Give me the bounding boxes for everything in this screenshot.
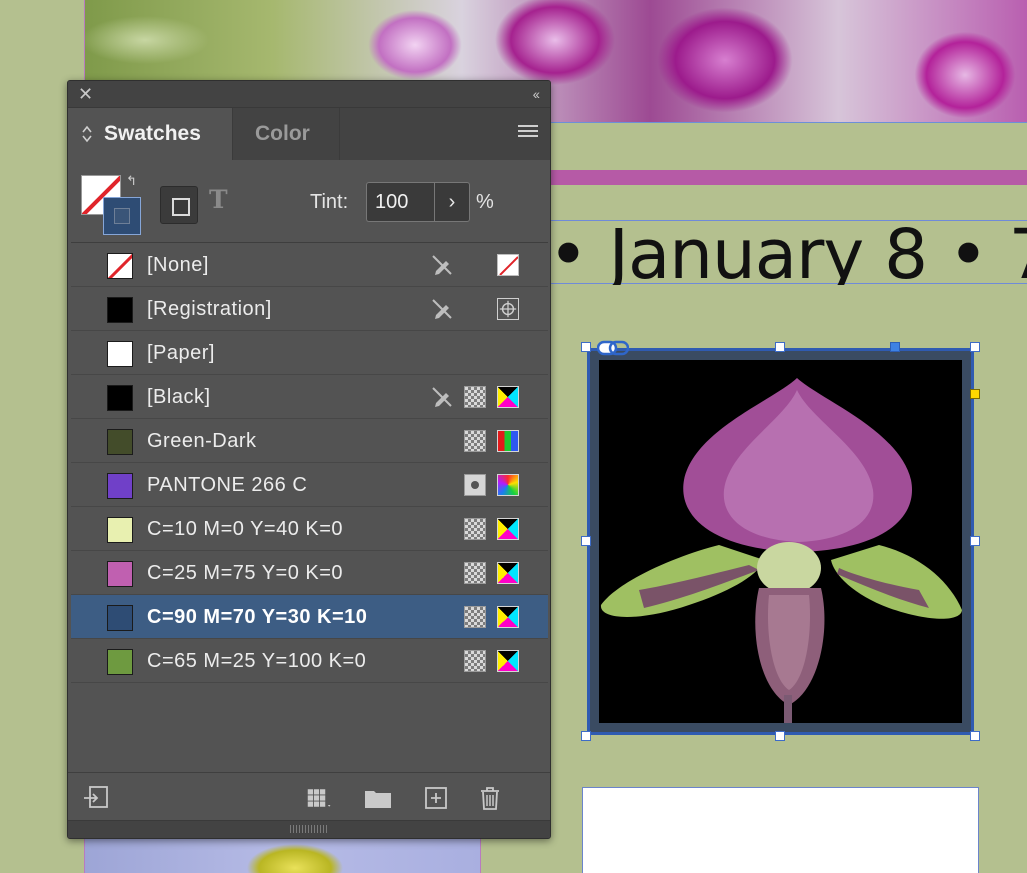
rgb-mode-icon (497, 430, 519, 452)
pink-rule-line[interactable] (549, 170, 1027, 185)
collapse-panel-icon[interactable]: ‹‹ (533, 85, 540, 103)
cmyk-mode-icon (497, 386, 519, 408)
frame-handle-bottom-right[interactable] (970, 731, 980, 741)
swatch-name: C=90 M=70 Y=30 K=10 (147, 606, 368, 628)
image-frame-selected[interactable] (581, 340, 980, 741)
swatch-chip (107, 341, 133, 367)
swatch-chip (107, 605, 133, 631)
frame-handle-top-center[interactable] (775, 342, 785, 352)
swatch-chip (107, 253, 133, 279)
swap-fill-stroke-icon[interactable]: ↰ (126, 173, 137, 189)
event-date-headline[interactable]: • January 8 • 7- (548, 215, 1027, 285)
swatch-name: [Black] (147, 386, 211, 408)
swatch-row-green-dark[interactable]: Green-Dark (71, 419, 548, 463)
panel-title-bar[interactable]: ✕ ‹‹ (68, 81, 550, 108)
panel-resize-grip[interactable] (68, 820, 550, 838)
tab-reorder-icon (82, 125, 92, 143)
swatch-row-paper[interactable]: [Paper] (71, 331, 548, 375)
swatch-chip (107, 561, 133, 587)
tint-label: Tint: (310, 191, 349, 213)
tab-color-label: Color (255, 122, 310, 145)
tab-swatches-label: Swatches (104, 122, 201, 145)
swatch-row-none[interactable]: [None] (71, 243, 548, 287)
frame-corner-options-handle[interactable] (890, 342, 900, 352)
panel-tab-bar: Swatches Color (68, 108, 550, 160)
cmyk-mode-icon (497, 562, 519, 584)
swatch-chip (107, 649, 133, 675)
tab-swatches[interactable]: Swatches (68, 108, 232, 160)
live-corners-handle[interactable] (970, 389, 980, 399)
cmyk-mode-icon (497, 518, 519, 540)
cmyk-mode-icon (497, 650, 519, 672)
swatch-chip (107, 385, 133, 411)
new-color-group-folder-icon[interactable] (364, 785, 392, 811)
swatch-name: C=25 M=75 Y=0 K=0 (147, 562, 344, 584)
swatch-chip (107, 429, 133, 455)
frame-handle-bottom-left[interactable] (581, 731, 591, 741)
panel-menu-icon[interactable] (518, 125, 538, 141)
tab-color[interactable]: Color (232, 108, 340, 160)
show-swatch-views-icon[interactable] (306, 785, 334, 811)
slipper-orchid-photo (599, 360, 962, 723)
swatch-name: Green-Dark (147, 430, 257, 452)
swatch-row-c65-m25-y100-k0[interactable]: C=65 M=25 Y=100 K=0 (71, 639, 548, 683)
trash-icon[interactable] (476, 785, 504, 811)
frame-handle-middle-left[interactable] (581, 536, 591, 546)
tint-slider-arrow-icon[interactable]: › (434, 182, 470, 222)
swatch-name: PANTONE 266 C (147, 474, 308, 496)
fill-stroke-proxy[interactable]: ↰ (81, 173, 143, 235)
swatch-name: [None] (147, 254, 209, 276)
frame-handle-middle-right[interactable] (970, 536, 980, 546)
process-color-icon (464, 650, 486, 672)
close-icon[interactable]: ✕ (78, 84, 93, 104)
cannot-edit-pencil-icon (432, 299, 452, 319)
swatch-row-black[interactable]: [Black] (71, 375, 548, 419)
process-color-icon (464, 562, 486, 584)
swatch-row-c90-m70-y30-k10[interactable]: C=90 M=70 Y=30 K=10 (71, 595, 548, 639)
swatch-chip (107, 517, 133, 543)
swatch-name: C=10 M=0 Y=40 K=0 (147, 518, 344, 540)
new-swatch-icon[interactable] (422, 785, 450, 811)
none-mode-icon (497, 254, 519, 276)
frame-handle-top-right[interactable] (970, 342, 980, 352)
panel-bottom-toolbar (68, 772, 550, 822)
process-color-icon (464, 606, 486, 628)
registration-target-icon (497, 298, 519, 320)
swatch-name: [Registration] (147, 298, 272, 320)
swatches-panel: ✕ ‹‹ Swatches Color ↰ T Tint: › % (67, 80, 551, 839)
swatch-name: C=65 M=25 Y=100 K=0 (147, 650, 367, 672)
formatting-affects-text-icon[interactable]: T (209, 185, 228, 214)
swatch-chip (107, 297, 133, 323)
place-swatch-icon[interactable] (82, 785, 110, 811)
process-color-icon (464, 518, 486, 540)
slipper-orchid-image (599, 360, 962, 723)
stroke-color-swatch[interactable] (103, 197, 141, 235)
spot-color-icon (464, 474, 486, 496)
cannot-edit-pencil-icon (432, 387, 452, 407)
process-color-icon (464, 386, 486, 408)
cannot-edit-pencil-icon (432, 255, 452, 275)
image-frame-border (587, 348, 974, 735)
tint-input[interactable] (366, 182, 434, 222)
cmyk-mode-icon (497, 606, 519, 628)
swatch-row-c25-m75-y0-k0[interactable]: C=25 M=75 Y=0 K=0 (71, 551, 548, 595)
swatch-chip (107, 473, 133, 499)
yellow-orchid-photo[interactable] (84, 838, 481, 873)
swatch-row-registration[interactable]: [Registration] (71, 287, 548, 331)
swatch-name: [Paper] (147, 342, 215, 364)
link-icon[interactable] (597, 340, 629, 356)
process-color-icon (464, 430, 486, 452)
swatch-list[interactable]: [None] [Registration] [Paper] [Black] Gr… (71, 242, 548, 772)
lab-mode-icon (497, 474, 519, 496)
frame-handle-bottom-center[interactable] (775, 731, 785, 741)
swatch-row-pantone-266[interactable]: PANTONE 266 C (71, 463, 548, 507)
tint-percent-sign: % (476, 191, 494, 213)
formatting-affects-container-icon[interactable] (160, 186, 198, 224)
frame-handle-top-left[interactable] (581, 342, 591, 352)
empty-white-frame[interactable] (582, 787, 979, 873)
swatch-row-c10-m0-y40-k0[interactable]: C=10 M=0 Y=40 K=0 (71, 507, 548, 551)
